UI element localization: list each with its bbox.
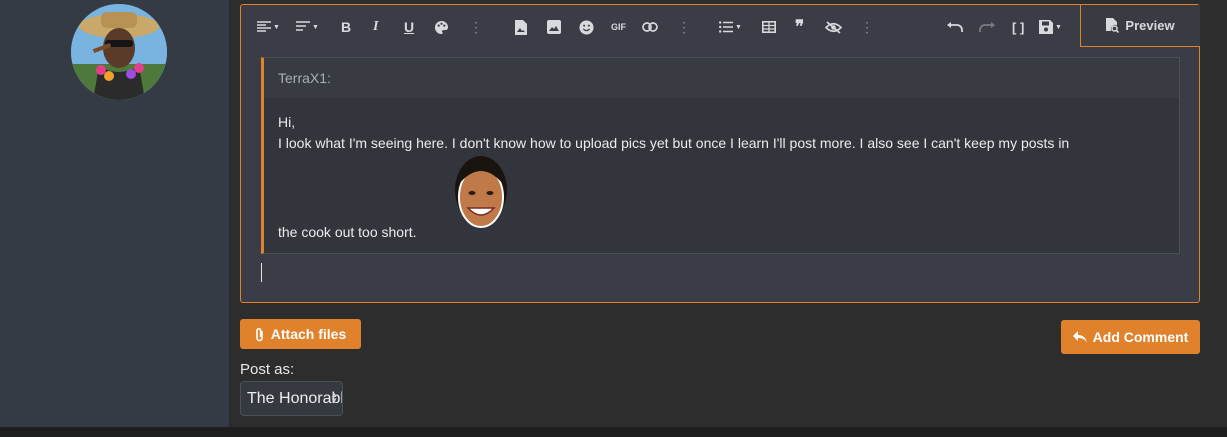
rich-text-editor[interactable]: ▼ ▼ B I U ⋮ GIF ⋮ ▼ ❞ ⋮ [] ▼ Preview Te… — [240, 4, 1200, 303]
quote-text: Hi, I look what I'm seeing here. I don't… — [278, 112, 1069, 154]
smiley-icon — [579, 19, 594, 35]
bbcode-toggle-button[interactable]: [ ] — [1012, 17, 1024, 37]
drafts-button[interactable]: ▼ — [1039, 17, 1062, 37]
laughing-face-smilie-icon — [450, 150, 512, 240]
align-button[interactable]: ▼ — [257, 17, 280, 37]
editor-toolbar: ▼ ▼ B I U ⋮ GIF ⋮ ▼ ❞ ⋮ [] ▼ Preview — [241, 5, 1200, 47]
spoiler-button[interactable] — [825, 17, 842, 37]
add-comment-button[interactable]: Add Comment — [1061, 320, 1200, 354]
paragraph-icon — [296, 21, 310, 31]
underline-button[interactable]: U — [404, 17, 414, 37]
more-text-button[interactable]: ⋮ — [469, 17, 483, 37]
message-user-column — [0, 0, 230, 427]
file-search-icon — [1106, 18, 1120, 33]
eye-slash-icon — [825, 20, 842, 34]
quote-line: I look what I'm seeing here. I don't kno… — [278, 135, 1070, 151]
align-left-icon — [257, 21, 271, 32]
post-as-label: Post as: — [240, 361, 295, 378]
quote-icon: ❞ — [795, 17, 805, 36]
insert-smilie-button[interactable] — [579, 17, 594, 37]
table-icon — [762, 21, 776, 33]
paragraph-format-button[interactable]: ▼ — [296, 17, 319, 37]
insert-file-button[interactable] — [515, 17, 527, 37]
avatar-photo-icon — [71, 4, 167, 100]
table-button[interactable] — [762, 17, 776, 37]
post-as-selected-value: The Honorable — [247, 390, 343, 407]
select-arrows-icon: ▲ ▼ — [330, 390, 338, 405]
undo-button[interactable] — [947, 17, 963, 37]
post-as-select[interactable]: The Honorable ▲ ▼ — [240, 381, 343, 416]
italic-button[interactable]: I — [373, 17, 378, 37]
list-icon — [719, 21, 733, 33]
quote-author[interactable]: TerraX1: — [264, 58, 1179, 98]
preview-label: Preview — [1125, 18, 1175, 33]
user-avatar[interactable] — [71, 4, 167, 100]
bold-button[interactable]: B — [341, 17, 351, 37]
paperclip-icon — [255, 327, 263, 341]
undo-icon — [947, 21, 963, 32]
preview-button[interactable]: Preview — [1080, 5, 1200, 47]
insert-image-button[interactable] — [547, 17, 561, 37]
insert-link-button[interactable] — [642, 17, 658, 37]
file-image-icon — [515, 19, 527, 35]
image-icon — [547, 20, 561, 34]
insert-gif-button[interactable]: GIF — [611, 17, 626, 37]
quoted-message: TerraX1: Hi, I look what I'm seeing here… — [261, 57, 1180, 254]
attach-files-button[interactable]: Attach files — [240, 319, 361, 349]
block-footer — [0, 427, 1227, 437]
quote-line: Hi, — [278, 114, 296, 130]
redo-icon — [979, 21, 995, 32]
more-insert-button[interactable]: ⋮ — [677, 17, 691, 37]
add-comment-label: Add Comment — [1092, 329, 1189, 345]
palette-icon — [434, 20, 449, 34]
quote-line: the cook out too short. — [278, 224, 417, 240]
reply-icon — [1072, 331, 1087, 343]
save-icon — [1039, 20, 1053, 34]
quote-button[interactable]: ❞ — [795, 17, 804, 37]
redo-button[interactable] — [979, 17, 995, 37]
more-paragraph-button[interactable]: ⋮ — [860, 17, 874, 37]
text-color-button[interactable] — [434, 17, 449, 37]
attach-files-label: Attach files — [270, 326, 347, 342]
text-caret — [261, 263, 262, 282]
link-icon — [642, 22, 658, 32]
list-button[interactable]: ▼ — [719, 17, 742, 37]
